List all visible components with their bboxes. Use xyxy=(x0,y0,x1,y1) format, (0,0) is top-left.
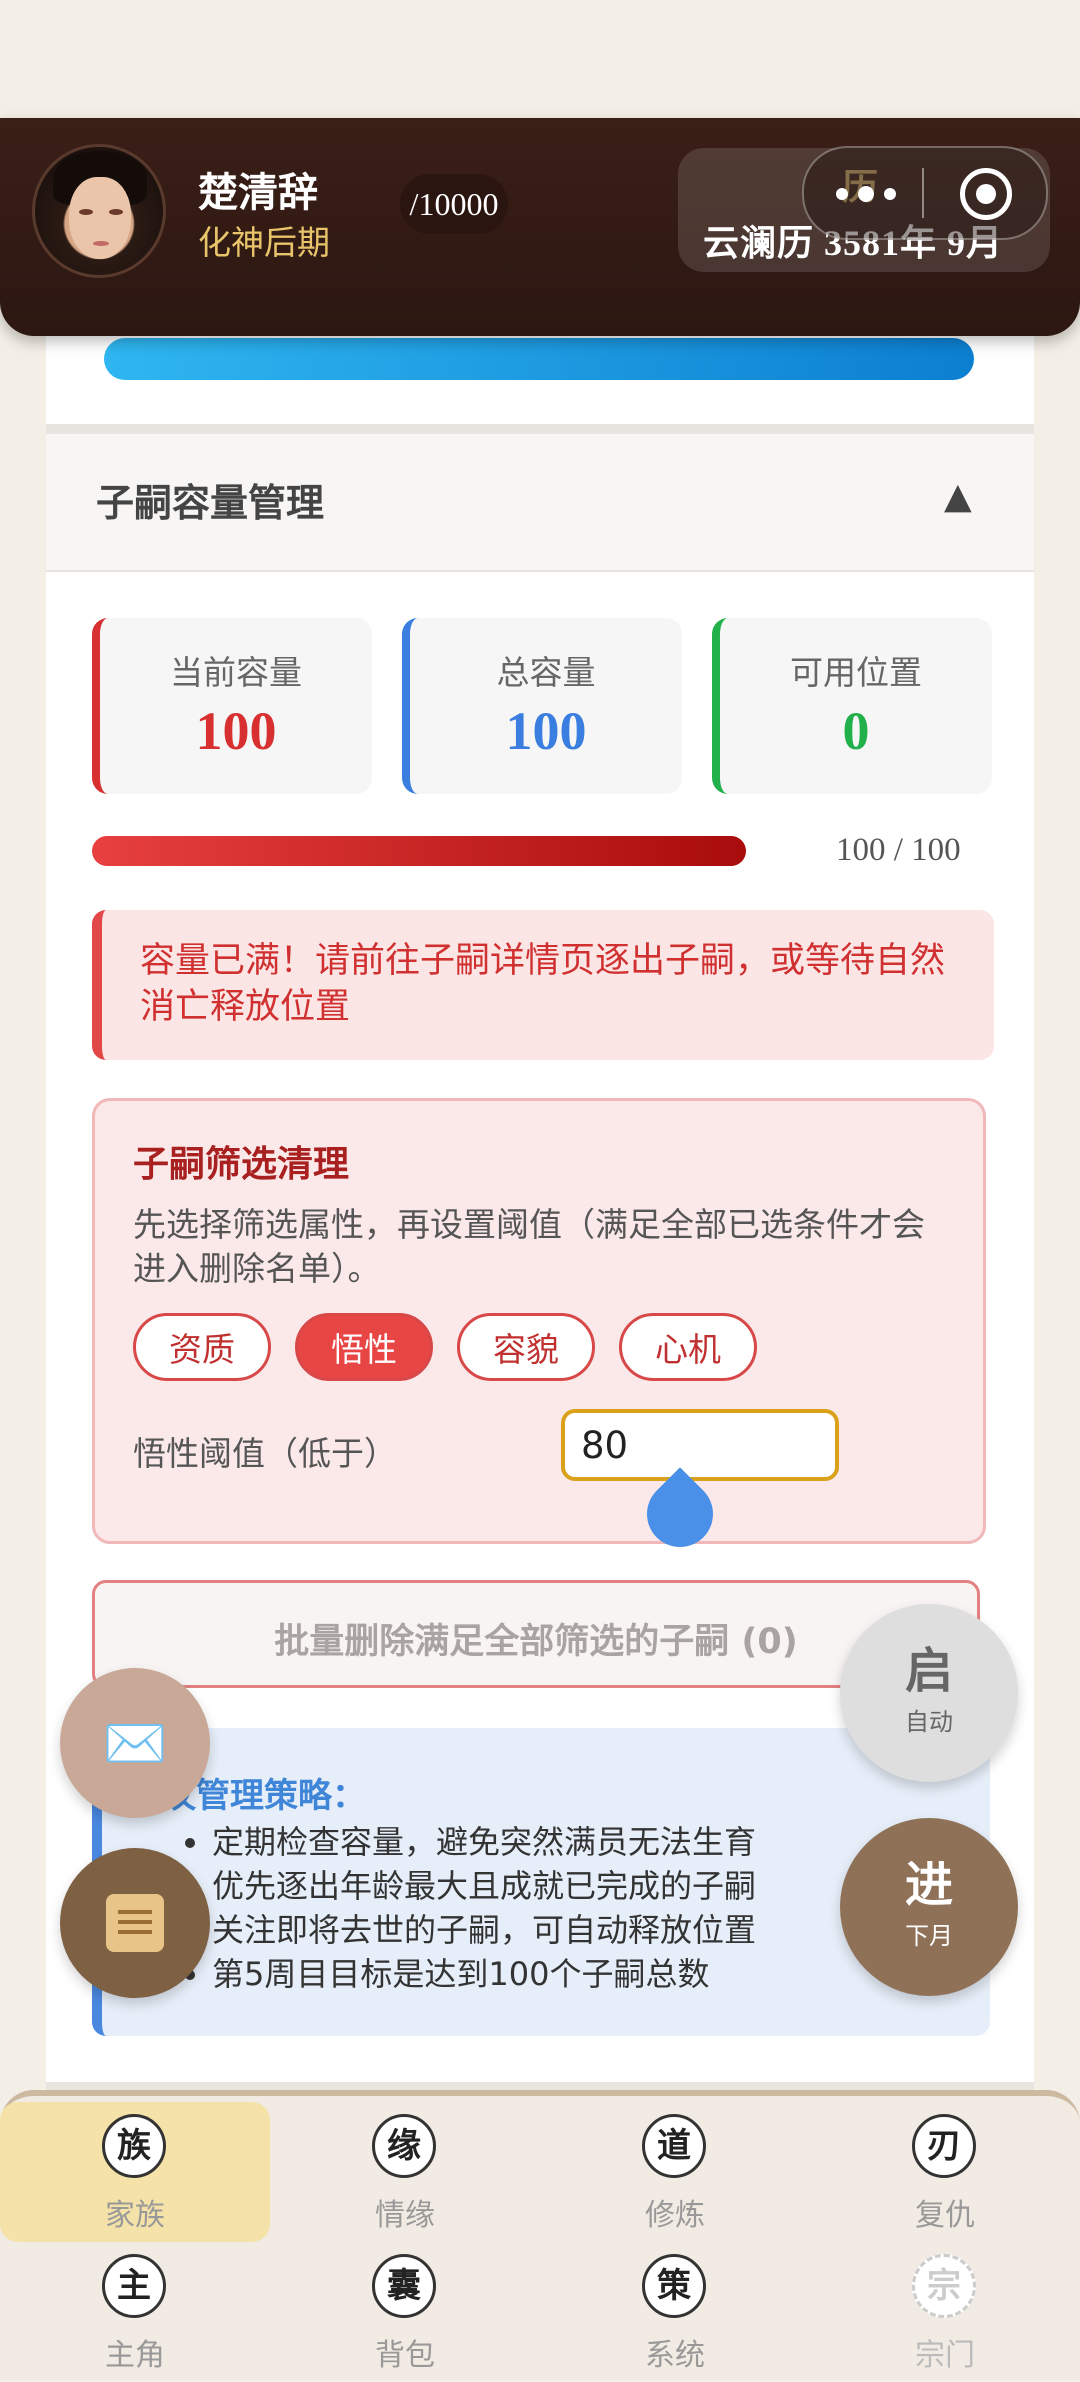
stat-available-slots: 可用位置 0 xyxy=(712,618,992,794)
top-progress-bar xyxy=(104,338,974,380)
stat-current-capacity: 当前容量 100 xyxy=(92,618,372,794)
collapse-icon[interactable]: ▲ xyxy=(944,476,972,517)
nav-label: 背包 xyxy=(375,2338,435,2373)
threshold-label: 悟性阈值（低于） xyxy=(133,1434,397,1473)
player-avatar[interactable] xyxy=(32,144,166,278)
chip-aptitude[interactable]: 资质 xyxy=(133,1313,271,1381)
bottom-nav: 族 家族 缘 情缘 道 修炼 刃 复仇 主 主角 囊 背包 策 系统 宗 宗门 xyxy=(0,2090,1080,2380)
protagonist-icon: 主 xyxy=(102,2254,166,2318)
scroll-icon xyxy=(106,1894,164,1952)
bag-icon: 囊 xyxy=(372,2254,436,2318)
player-realm: 化神后期 xyxy=(198,223,330,262)
nav-label: 主角 xyxy=(105,2338,165,2373)
section-title: 子嗣容量管理 xyxy=(96,481,325,525)
envelope-icon: ✉️ xyxy=(102,1713,168,1774)
nav-label: 情缘 xyxy=(375,2198,435,2233)
chip-comprehension[interactable]: 悟性 xyxy=(295,1313,433,1381)
nav-label: 修炼 xyxy=(645,2198,705,2233)
player-name: 楚清辞 xyxy=(198,169,318,216)
list-item: 定期检查容量，避免突然满员无法生育 xyxy=(212,1820,756,1864)
nav-item-revenge[interactable]: 刃 复仇 xyxy=(810,2102,1080,2242)
stat-label: 当前容量 xyxy=(170,653,302,692)
nav-item-family[interactable]: 族 家族 xyxy=(0,2102,270,2242)
system-icon: 策 xyxy=(642,2254,706,2318)
stat-value: 100 xyxy=(195,701,277,761)
nav-label: 系统 xyxy=(645,2338,705,2373)
romance-icon: 缘 xyxy=(372,2114,436,2178)
next-button-label: 下月 xyxy=(905,1922,953,1950)
auto-button[interactable]: 启 自动 xyxy=(840,1604,1018,1782)
filter-title: 子嗣筛选清理 xyxy=(133,1144,350,1185)
list-item: 关注即将去世的子嗣，可自动释放位置 xyxy=(212,1908,756,1952)
nav-label: 宗门 xyxy=(915,2338,975,2373)
nav-item-bag[interactable]: 囊 背包 xyxy=(270,2242,540,2382)
revenge-icon: 刃 xyxy=(912,2114,976,2178)
mail-button[interactable]: ✉️ xyxy=(60,1668,210,1818)
scroll-button[interactable] xyxy=(60,1848,210,1998)
close-miniprogram-icon[interactable] xyxy=(960,168,1012,220)
nav-item-cultivate[interactable]: 道 修炼 xyxy=(540,2102,810,2242)
warning-text: 容量已满！请前往子嗣详情页逐出子嗣，或等待自然消亡释放位置 xyxy=(140,941,946,1027)
next-month-button[interactable]: 进 下月 xyxy=(840,1818,1018,1996)
list-item: 第5周目目标是达到100个子嗣总数 xyxy=(212,1952,756,1996)
nav-item-system[interactable]: 策 系统 xyxy=(540,2242,810,2382)
chip-appearance[interactable]: 容貌 xyxy=(457,1313,595,1381)
stat-label: 可用位置 xyxy=(790,653,922,692)
chip-scheming[interactable]: 心机 xyxy=(619,1313,757,1381)
auto-button-label: 自动 xyxy=(905,1708,953,1736)
list-item: 优先逐出年龄最大且成就已完成的子嗣 xyxy=(212,1864,756,1908)
capacity-text: 100 / 100 xyxy=(836,832,961,868)
sect-icon: 宗 xyxy=(912,2254,976,2318)
miniprogram-capsule xyxy=(802,146,1048,240)
capacity-bar xyxy=(92,836,746,866)
filter-description: 先选择筛选属性，再设置阈值（满足全部已选条件才会进入删除名单）。 xyxy=(133,1205,925,1288)
threshold-input[interactable] xyxy=(561,1409,839,1481)
nav-item-romance[interactable]: 缘 情缘 xyxy=(270,2102,540,2242)
stat-value: 100 xyxy=(505,701,587,761)
capacity-warning: 容量已满！请前往子嗣详情页逐出子嗣，或等待自然消亡释放位置 xyxy=(92,910,994,1060)
family-icon: 族 xyxy=(102,2114,166,2178)
stat-value: 0 xyxy=(842,701,870,761)
filter-panel: 子嗣筛选清理 先选择筛选属性，再设置阈值（满足全部已选条件才会进入删除名单）。 … xyxy=(92,1098,986,1561)
cultivate-icon: 道 xyxy=(642,2114,706,2178)
tips-list: 定期检查容量，避免突然满员无法生育 优先逐出年龄最大且成就已完成的子嗣 关注即将… xyxy=(178,1820,756,1996)
exp-counter: /10000 xyxy=(400,174,508,234)
next-button-char: 进 xyxy=(904,1857,953,1913)
stat-total-capacity: 总容量 100 xyxy=(402,618,682,794)
more-icon[interactable] xyxy=(836,186,896,202)
nav-label: 复仇 xyxy=(915,2198,975,2233)
stat-label: 总容量 xyxy=(496,653,596,692)
content-card: 子嗣容量管理 ▲ 当前容量 100 总容量 100 可用位置 0 100 / 1… xyxy=(46,220,1034,2100)
nav-item-protagonist[interactable]: 主 主角 xyxy=(0,2242,270,2382)
auto-button-char: 启 xyxy=(904,1643,953,1699)
nav-item-sect[interactable]: 宗 宗门 xyxy=(810,2242,1080,2382)
nav-label: 家族 xyxy=(105,2198,165,2233)
top-header: 楚清辞 化神后期 /10000 云澜历 3581年 9月 历 xyxy=(0,118,1080,336)
text-cursor-handle[interactable] xyxy=(633,1467,727,1561)
